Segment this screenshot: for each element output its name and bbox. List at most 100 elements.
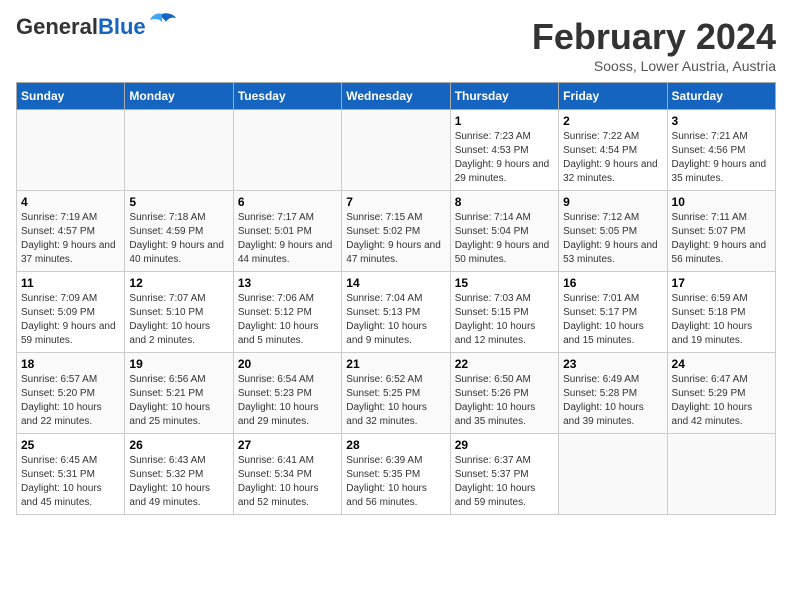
calendar-cell: 17 Sunrise: 6:59 AM Sunset: 5:18 PM Dayli… (667, 272, 775, 353)
day-info: Sunrise: 7:18 AM Sunset: 4:59 PM Dayligh… (129, 211, 228, 267)
calendar-week-row: 11Sunrise: 7:09 AM Sunset: 5:09 PM Dayli… (17, 272, 776, 353)
day-of-week-header: Tuesday (233, 83, 341, 110)
calendar-cell: 8 Sunrise: 7:14 AM Sunset: 5:04 PM Daylig… (450, 191, 558, 272)
day-number: 5 (129, 195, 228, 209)
calendar-cell (233, 110, 341, 191)
calendar-cell: 28 Sunrise: 6:39 AM Sunset: 5:35 PM Dayli… (342, 434, 450, 515)
day-info: Sunrise: 7:06 AM Sunset: 5:12 PM Dayligh… (238, 292, 337, 348)
day-of-week-header: Saturday (667, 83, 775, 110)
day-info: Sunrise: 7:15 AM Sunset: 5:02 PM Dayligh… (346, 211, 445, 267)
day-info: Sunrise: 6:45 AM Sunset: 5:31 PM Dayligh… (21, 454, 120, 510)
calendar-cell (342, 110, 450, 191)
day-number: 15 (455, 276, 554, 290)
day-number: 22 (455, 357, 554, 371)
day-number: 25 (21, 438, 120, 452)
logo-text: GeneralBlue (16, 16, 146, 38)
calendar-cell: 29 Sunrise: 6:37 AM Sunset: 5:37 PM Dayli… (450, 434, 558, 515)
day-number: 4 (21, 195, 120, 209)
calendar-week-row: 4 Sunrise: 7:19 AM Sunset: 4:57 PM Daylig… (17, 191, 776, 272)
day-of-week-header: Friday (559, 83, 667, 110)
day-info: Sunrise: 7:19 AM Sunset: 4:57 PM Dayligh… (21, 211, 120, 267)
day-number: 1 (455, 114, 554, 128)
calendar-table: SundayMondayTuesdayWednesdayThursdayFrid… (16, 82, 776, 515)
day-info: Sunrise: 7:22 AM Sunset: 4:54 PM Dayligh… (563, 130, 662, 186)
day-number: 12 (129, 276, 228, 290)
calendar-cell (17, 110, 125, 191)
calendar-cell: 25 Sunrise: 6:45 AM Sunset: 5:31 PM Dayli… (17, 434, 125, 515)
title-section: February 2024 Sooss, Lower Austria, Aust… (532, 16, 776, 74)
day-info: Sunrise: 7:03 AM Sunset: 5:15 PM Dayligh… (455, 292, 554, 348)
calendar-cell: 9Sunrise: 7:12 AM Sunset: 5:05 PM Daylig… (559, 191, 667, 272)
day-number: 16 (563, 276, 662, 290)
day-number: 7 (346, 195, 445, 209)
day-info: Sunrise: 6:43 AM Sunset: 5:32 PM Dayligh… (129, 454, 228, 510)
calendar-cell: 1 Sunrise: 7:23 AM Sunset: 4:53 PM Daylig… (450, 110, 558, 191)
day-info: Sunrise: 6:47 AM Sunset: 5:29 PM Dayligh… (672, 373, 771, 429)
calendar-cell: 4 Sunrise: 7:19 AM Sunset: 4:57 PM Daylig… (17, 191, 125, 272)
day-number: 21 (346, 357, 445, 371)
calendar-cell: 16 Sunrise: 7:01 AM Sunset: 5:17 PM Dayli… (559, 272, 667, 353)
calendar-cell (125, 110, 233, 191)
day-number: 20 (238, 357, 337, 371)
day-of-week-header: Sunday (17, 83, 125, 110)
calendar-cell: 11Sunrise: 7:09 AM Sunset: 5:09 PM Dayli… (17, 272, 125, 353)
day-info: Sunrise: 7:14 AM Sunset: 5:04 PM Dayligh… (455, 211, 554, 267)
calendar-cell: 21 Sunrise: 6:52 AM Sunset: 5:25 PM Dayli… (342, 353, 450, 434)
calendar-cell: 2 Sunrise: 7:22 AM Sunset: 4:54 PM Daylig… (559, 110, 667, 191)
calendar-cell: 27Sunrise: 6:41 AM Sunset: 5:34 PM Dayli… (233, 434, 341, 515)
calendar-cell: 3 Sunrise: 7:21 AM Sunset: 4:56 PM Daylig… (667, 110, 775, 191)
calendar-cell (667, 434, 775, 515)
calendar-cell: 19 Sunrise: 6:56 AM Sunset: 5:21 PM Dayli… (125, 353, 233, 434)
calendar-subtitle: Sooss, Lower Austria, Austria (532, 58, 776, 74)
day-number: 24 (672, 357, 771, 371)
day-info: Sunrise: 7:23 AM Sunset: 4:53 PM Dayligh… (455, 130, 554, 186)
day-of-week-header: Thursday (450, 83, 558, 110)
day-info: Sunrise: 7:09 AM Sunset: 5:09 PM Dayligh… (21, 292, 120, 348)
calendar-cell (559, 434, 667, 515)
calendar-cell: 18Sunrise: 6:57 AM Sunset: 5:20 PM Dayli… (17, 353, 125, 434)
day-info: Sunrise: 7:21 AM Sunset: 4:56 PM Dayligh… (672, 130, 771, 186)
day-number: 23 (563, 357, 662, 371)
day-info: Sunrise: 6:41 AM Sunset: 5:34 PM Dayligh… (238, 454, 337, 510)
day-number: 3 (672, 114, 771, 128)
calendar-week-row: 25 Sunrise: 6:45 AM Sunset: 5:31 PM Dayli… (17, 434, 776, 515)
day-info: Sunrise: 7:04 AM Sunset: 5:13 PM Dayligh… (346, 292, 445, 348)
day-info: Sunrise: 7:12 AM Sunset: 5:05 PM Dayligh… (563, 211, 662, 267)
day-info: Sunrise: 6:52 AM Sunset: 5:25 PM Dayligh… (346, 373, 445, 429)
logo: GeneralBlue (16, 16, 176, 38)
page-header: GeneralBlue February 2024 Sooss, Lower A… (16, 16, 776, 74)
day-info: Sunrise: 6:59 AM Sunset: 5:18 PM Dayligh… (672, 292, 771, 348)
day-number: 2 (563, 114, 662, 128)
calendar-cell: 24 Sunrise: 6:47 AM Sunset: 5:29 PM Dayli… (667, 353, 775, 434)
day-number: 18 (21, 357, 120, 371)
day-number: 29 (455, 438, 554, 452)
day-info: Sunrise: 6:37 AM Sunset: 5:37 PM Dayligh… (455, 454, 554, 510)
calendar-cell: 15 Sunrise: 7:03 AM Sunset: 5:15 PM Dayli… (450, 272, 558, 353)
calendar-cell: 5 Sunrise: 7:18 AM Sunset: 4:59 PM Daylig… (125, 191, 233, 272)
day-number: 28 (346, 438, 445, 452)
calendar-cell: 10Sunrise: 7:11 AM Sunset: 5:07 PM Dayli… (667, 191, 775, 272)
calendar-header-row: SundayMondayTuesdayWednesdayThursdayFrid… (17, 83, 776, 110)
calendar-cell: 7 Sunrise: 7:15 AM Sunset: 5:02 PM Daylig… (342, 191, 450, 272)
calendar-week-row: 18Sunrise: 6:57 AM Sunset: 5:20 PM Dayli… (17, 353, 776, 434)
day-info: Sunrise: 7:11 AM Sunset: 5:07 PM Dayligh… (672, 211, 771, 267)
day-info: Sunrise: 6:50 AM Sunset: 5:26 PM Dayligh… (455, 373, 554, 429)
day-number: 17 (672, 276, 771, 290)
day-info: Sunrise: 6:56 AM Sunset: 5:21 PM Dayligh… (129, 373, 228, 429)
day-info: Sunrise: 6:54 AM Sunset: 5:23 PM Dayligh… (238, 373, 337, 429)
calendar-cell: 14 Sunrise: 7:04 AM Sunset: 5:13 PM Dayli… (342, 272, 450, 353)
day-of-week-header: Monday (125, 83, 233, 110)
day-number: 19 (129, 357, 228, 371)
day-number: 14 (346, 276, 445, 290)
day-info: Sunrise: 6:39 AM Sunset: 5:35 PM Dayligh… (346, 454, 445, 510)
calendar-cell: 23Sunrise: 6:49 AM Sunset: 5:28 PM Dayli… (559, 353, 667, 434)
day-info: Sunrise: 7:01 AM Sunset: 5:17 PM Dayligh… (563, 292, 662, 348)
day-info: Sunrise: 7:07 AM Sunset: 5:10 PM Dayligh… (129, 292, 228, 348)
day-of-week-header: Wednesday (342, 83, 450, 110)
calendar-week-row: 1 Sunrise: 7:23 AM Sunset: 4:53 PM Daylig… (17, 110, 776, 191)
calendar-cell: 22 Sunrise: 6:50 AM Sunset: 5:26 PM Dayli… (450, 353, 558, 434)
day-number: 8 (455, 195, 554, 209)
day-number: 6 (238, 195, 337, 209)
calendar-title: February 2024 (532, 16, 776, 58)
calendar-cell: 12 Sunrise: 7:07 AM Sunset: 5:10 PM Dayli… (125, 272, 233, 353)
